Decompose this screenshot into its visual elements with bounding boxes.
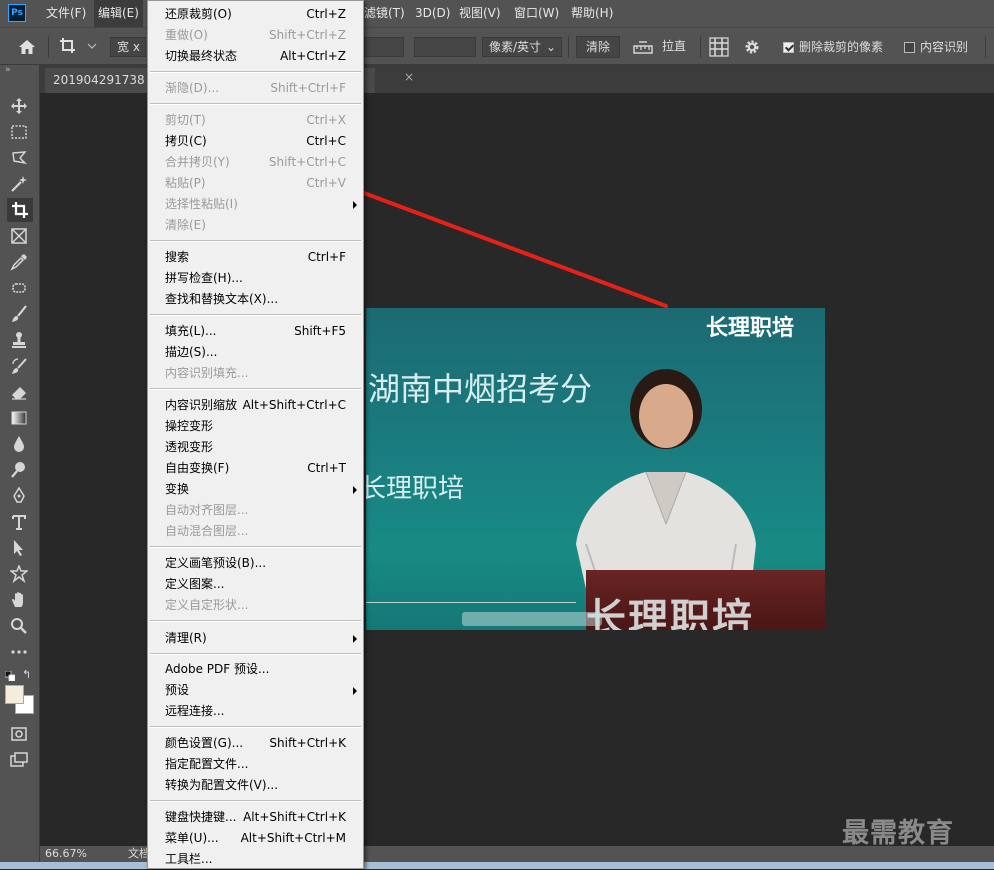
menu-separator <box>150 620 361 622</box>
menu-item-define-custom-shape[interactable]: 定义自定形状... <box>148 595 363 616</box>
menu-separator <box>150 71 361 73</box>
menu-item-toolbar[interactable]: 工具栏... <box>148 849 363 870</box>
menu-item-content-aware-scale[interactable]: 内容识别缩放 Alt+Shift+Ctrl+C <box>148 395 363 416</box>
menu-item-cut[interactable]: 剪切(T) Ctrl+X <box>148 110 363 131</box>
menu-item-convert-to-profile[interactable]: 转换为配置文件(V)... <box>148 775 363 796</box>
menu-item-define-brush[interactable]: 定义画笔预设(B)... <box>148 553 363 574</box>
watermark: 最需教育 <box>842 818 954 849</box>
menu-item-search[interactable]: 搜索 Ctrl+F <box>148 247 363 268</box>
menu-item-color-settings[interactable]: 颜色设置(G)... Shift+Ctrl+K <box>148 733 363 754</box>
menu-item-undo-crop[interactable]: 还原裁剪(O) Ctrl+Z <box>148 4 363 25</box>
menu-item-purge[interactable]: 清理(R) <box>148 628 363 649</box>
menu-item-remote-connections[interactable]: 远程连接... <box>148 701 363 722</box>
submenu-arrow-icon <box>353 687 357 695</box>
menu-separator <box>150 240 361 242</box>
menu-separator <box>150 314 361 316</box>
menu-item-auto-blend-layers[interactable]: 自动混合图层... <box>148 521 363 542</box>
menu-item-paste[interactable]: 粘贴(P) Ctrl+V <box>148 173 363 194</box>
menu-item-fill[interactable]: 填充(L)... Shift+F5 <box>148 321 363 342</box>
menu-item-puppet-warp[interactable]: 操控变形 <box>148 416 363 437</box>
menu-item-check-spelling[interactable]: 拼写检查(H)... <box>148 268 363 289</box>
menu-item-toggle-last-state[interactable]: 切换最终状态 Alt+Ctrl+Z <box>148 46 363 67</box>
menu-item-find-replace[interactable]: 查找和替换文本(X)... <box>148 289 363 310</box>
edit-menu-dropdown: 还原裁剪(O) Ctrl+Z 重做(O) Shift+Ctrl+Z 切换最终状态 Al… <box>147 0 364 869</box>
menu-separator <box>150 546 361 548</box>
submenu-arrow-icon <box>353 486 357 494</box>
foreground-color-swatch[interactable] <box>5 685 24 704</box>
menu-separator <box>150 726 361 728</box>
menu-item-assign-profile[interactable]: 指定配置文件... <box>148 754 363 775</box>
menu-item-keyboard-shortcuts[interactable]: 键盘快捷键... Alt+Shift+Ctrl+K <box>148 807 363 828</box>
menu-item-auto-align-layers[interactable]: 自动对齐图层... <box>148 500 363 521</box>
menu-separator <box>150 800 361 802</box>
menu-item-redo[interactable]: 重做(O) Shift+Ctrl+Z <box>148 25 363 46</box>
menu-item-perspective-warp[interactable]: 透视变形 <box>148 437 363 458</box>
menu-item-presets[interactable]: 预设 <box>148 680 363 701</box>
menu-item-define-pattern[interactable]: 定义图案... <box>148 574 363 595</box>
menu-separator <box>150 653 361 655</box>
menu-item-copy-merged[interactable]: 合并拷贝(Y) Shift+Ctrl+C <box>148 152 363 173</box>
submenu-arrow-icon <box>353 201 357 209</box>
menu-separator <box>150 103 361 105</box>
menu-item-paste-special[interactable]: 选择性粘贴(I) <box>148 194 363 215</box>
submenu-arrow-icon <box>353 635 357 643</box>
menu-item-copy[interactable]: 拷贝(C) Ctrl+C <box>148 131 363 152</box>
menu-item-fade[interactable]: 渐隐(D)... Shift+Ctrl+F <box>148 78 363 99</box>
menu-item-adobe-pdf-presets[interactable]: Adobe PDF 预设... <box>148 659 363 680</box>
menu-item-transform[interactable]: 变换 <box>148 479 363 500</box>
menu-separator <box>150 388 361 390</box>
menu-item-clear[interactable]: 清除(E) <box>148 215 363 236</box>
zoom-level[interactable]: 66.67% <box>45 846 87 862</box>
menu-item-stroke[interactable]: 描边(S)... <box>148 342 363 363</box>
menu-item-free-transform[interactable]: 自由变换(F) Ctrl+T <box>148 458 363 479</box>
menu-item-menus[interactable]: 菜单(U)... Alt+Shift+Ctrl+M <box>148 828 363 849</box>
menu-item-content-aware-fill[interactable]: 内容识别填充... <box>148 363 363 384</box>
